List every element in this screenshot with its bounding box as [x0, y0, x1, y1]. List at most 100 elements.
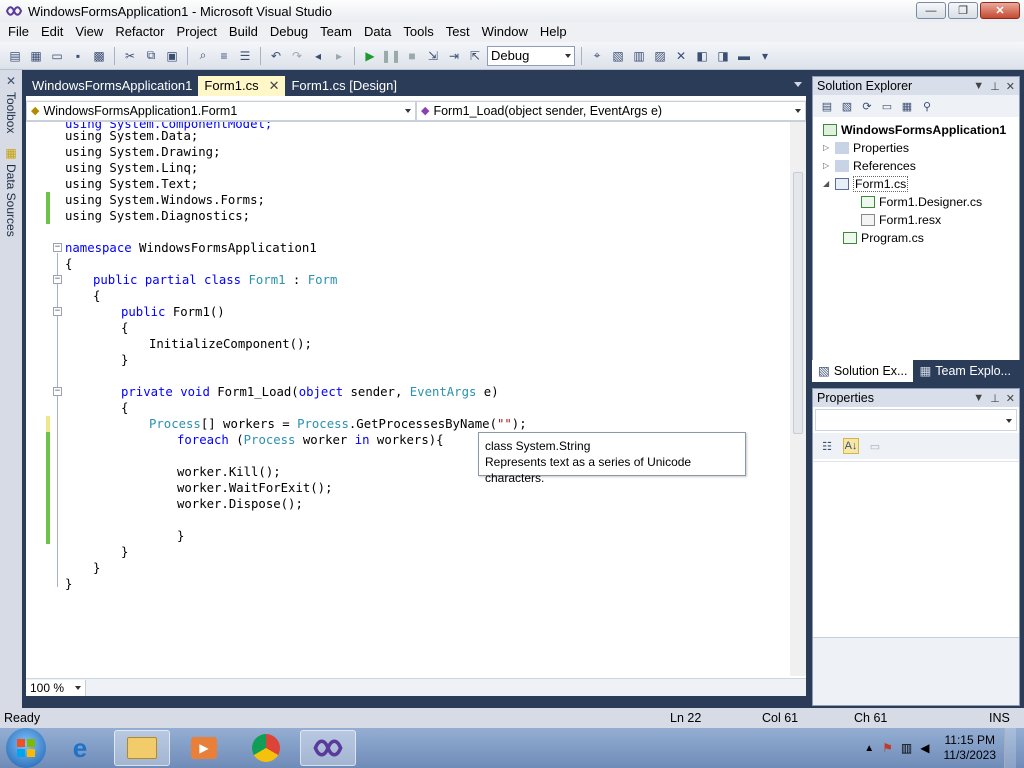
save-icon[interactable]: ▪: [69, 47, 87, 65]
properties-icon[interactable]: ▤: [819, 98, 835, 114]
collapse-namespace-icon[interactable]: −: [53, 243, 62, 252]
property-pages-icon[interactable]: ▭: [867, 438, 883, 454]
navigate-back-icon[interactable]: ◂: [309, 47, 327, 65]
menu-window[interactable]: Window: [476, 22, 534, 42]
tab-solution-explorer[interactable]: ▧ Solution Ex...: [812, 360, 914, 382]
taskbar-visual-studio[interactable]: [300, 730, 356, 766]
solution-explorer-icon[interactable]: ▧: [609, 47, 627, 65]
paste-icon[interactable]: ▣: [163, 47, 181, 65]
menu-file[interactable]: File: [2, 22, 35, 42]
class-diagram-icon[interactable]: ⚲: [919, 98, 935, 114]
menu-help[interactable]: Help: [534, 22, 573, 42]
class-dropdown[interactable]: ◆ WindowsFormsApplication1.Form1: [26, 100, 416, 121]
expand-icon[interactable]: ▷: [823, 139, 831, 157]
object-selector-dropdown[interactable]: [815, 409, 1017, 431]
menu-build[interactable]: Build: [223, 22, 264, 42]
close-icon[interactable]: ✕: [1006, 392, 1015, 405]
menu-debug[interactable]: Debug: [264, 22, 314, 42]
tree-item-form1-resx[interactable]: Form1.resx: [861, 211, 941, 229]
tree-item-project[interactable]: WindowsFormsApplication1: [823, 121, 1006, 139]
menu-test[interactable]: Test: [440, 22, 476, 42]
open-file-icon[interactable]: ▭: [48, 47, 66, 65]
restore-button[interactable]: ❐: [948, 2, 978, 19]
tree-item-program[interactable]: Program.cs: [843, 229, 924, 247]
pin-icon[interactable]: ⊥: [990, 80, 1000, 93]
solution-config-select[interactable]: Debug: [487, 45, 575, 66]
pin-icon[interactable]: ⊥: [990, 392, 1000, 405]
show-desktop-button[interactable]: [1004, 728, 1016, 768]
extension-manager-icon[interactable]: ◨: [714, 47, 732, 65]
add-item-icon[interactable]: ▦: [27, 47, 45, 65]
menu-view[interactable]: View: [69, 22, 109, 42]
tab-team-explorer[interactable]: ▦ Team Explo...: [913, 360, 1017, 382]
cut-icon[interactable]: ✂: [121, 47, 139, 65]
categorized-icon[interactable]: ☷: [819, 438, 835, 454]
menu-data[interactable]: Data: [358, 22, 397, 42]
close-icon[interactable]: ✕: [1006, 80, 1015, 93]
stop-icon[interactable]: ■: [403, 47, 421, 65]
menu-tools[interactable]: Tools: [397, 22, 439, 42]
show-hidden-icons-icon[interactable]: ▲: [864, 743, 874, 754]
taskbar-file-explorer[interactable]: [114, 730, 170, 766]
tab-windowsformsapplication1[interactable]: WindowsFormsApplication1: [26, 76, 198, 96]
editor-horizontal-scrollbar[interactable]: [86, 680, 806, 696]
find-in-files-icon[interactable]: ⌖: [588, 47, 606, 65]
step-into-icon[interactable]: ⇲: [424, 47, 442, 65]
volume-icon[interactable]: ◀: [920, 741, 929, 755]
taskbar-chrome[interactable]: [238, 730, 294, 766]
navigate-forward-icon[interactable]: ▸: [330, 47, 348, 65]
step-over-icon[interactable]: ⇥: [445, 47, 463, 65]
undo-icon[interactable]: ↶: [267, 47, 285, 65]
start-button[interactable]: [6, 728, 46, 768]
pause-icon[interactable]: ❚❚: [381, 47, 401, 65]
start-page-icon[interactable]: ◧: [693, 47, 711, 65]
tree-item-form1[interactable]: ◢ Form1.cs: [823, 175, 909, 193]
expand-icon[interactable]: ▷: [823, 157, 831, 175]
taskbar-internet-explorer[interactable]: e: [52, 730, 108, 766]
dropdown-icon[interactable]: ▼: [973, 392, 984, 405]
menu-team[interactable]: Team: [314, 22, 358, 42]
tree-item-references[interactable]: ▷ References: [823, 157, 916, 175]
menu-edit[interactable]: Edit: [35, 22, 69, 42]
collapse-icon[interactable]: ◢: [823, 175, 831, 193]
menu-refactor[interactable]: Refactor: [109, 22, 170, 42]
refresh-icon[interactable]: ⟳: [859, 98, 875, 114]
alphabetical-icon[interactable]: A↓: [843, 438, 859, 454]
close-button[interactable]: ✕: [980, 2, 1020, 19]
toolbox-icon[interactable]: ✕: [672, 47, 690, 65]
find-icon[interactable]: ⌕: [194, 47, 212, 65]
scrollbar-thumb[interactable]: [793, 172, 803, 434]
toolbar-overflow-icon[interactable]: ▾: [756, 47, 774, 65]
properties-icon[interactable]: ▥: [630, 47, 648, 65]
show-all-files-icon[interactable]: ▧: [839, 98, 855, 114]
zoom-dropdown[interactable]: 100 %: [26, 679, 86, 696]
copy-icon[interactable]: ⧉: [142, 47, 160, 65]
action-center-icon[interactable]: ⚑: [882, 741, 893, 755]
step-out-icon[interactable]: ⇱: [466, 47, 484, 65]
comment-icon[interactable]: ≡: [215, 47, 233, 65]
clock[interactable]: 11:15 PM 11/3/2023: [944, 733, 997, 763]
tree-item-properties[interactable]: ▷ Properties: [823, 139, 909, 157]
view-designer-icon[interactable]: ▦: [899, 98, 915, 114]
collapse-class-icon[interactable]: −: [53, 275, 62, 284]
start-debugging-icon[interactable]: ▶: [361, 47, 379, 65]
close-tab-icon[interactable]: ✕: [269, 76, 280, 96]
tree-item-form1-designer[interactable]: Form1.Designer.cs: [861, 193, 982, 211]
object-browser-icon[interactable]: ▨: [651, 47, 669, 65]
tab-dropdown-icon[interactable]: [794, 82, 802, 87]
collapse-constructor-icon[interactable]: −: [53, 307, 62, 316]
menu-project[interactable]: Project: [170, 22, 222, 42]
uncomment-icon[interactable]: ☰: [236, 47, 254, 65]
view-code-icon[interactable]: ▭: [879, 98, 895, 114]
collapse-method-icon[interactable]: −: [53, 387, 62, 396]
taskbar-media-player[interactable]: ▶: [176, 730, 232, 766]
data-sources-tab[interactable]: ▦ Data Sources: [2, 146, 20, 237]
toolbox-tab[interactable]: ✕ Toolbox: [2, 74, 20, 133]
editor-vertical-scrollbar[interactable]: [790, 122, 806, 676]
network-icon[interactable]: ▥: [901, 741, 912, 755]
redo-icon[interactable]: ↷: [288, 47, 306, 65]
member-dropdown[interactable]: ◆ Form1_Load(object sender, EventArgs e): [416, 100, 806, 121]
save-all-icon[interactable]: ▩: [90, 47, 108, 65]
tab-form1-design[interactable]: Form1.cs [Design]: [285, 76, 402, 96]
tab-form1-cs[interactable]: Form1.cs ✕: [198, 76, 286, 96]
